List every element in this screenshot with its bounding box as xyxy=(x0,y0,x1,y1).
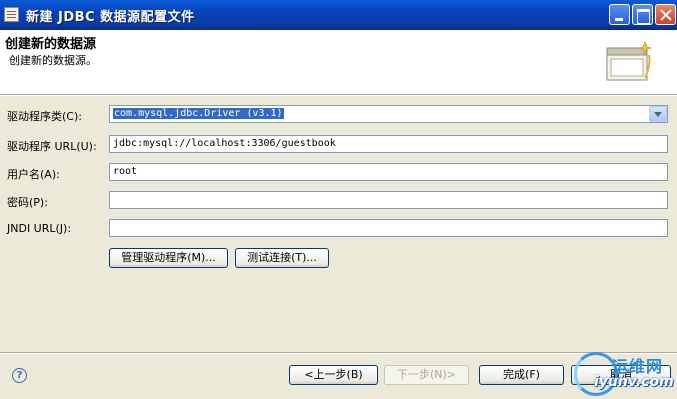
page-subtitle: 创建新的数据源。 xyxy=(9,54,97,67)
wizard-banner: 创建新的数据源 创建新的数据源。 xyxy=(0,30,677,94)
driver-url-input[interactable]: jdbc:mysql://localhost:3306/guestbook xyxy=(109,135,668,153)
watermark-en-text: iyunv.com xyxy=(594,374,674,390)
jndi-url-input[interactable] xyxy=(109,219,668,237)
window-title: 新建 JDBC 数据源配置文件 xyxy=(26,10,195,25)
driver-class-value: com.mysql.jdbc.Driver (v3.1) xyxy=(113,108,284,119)
password-label: 密码(P): xyxy=(7,196,48,209)
back-button[interactable]: <上一步(B) xyxy=(289,365,378,385)
username-input[interactable]: root xyxy=(109,163,668,181)
page-title: 创建新的数据源 xyxy=(5,37,97,52)
driver-class-label: 驱动程序类(C): xyxy=(7,110,82,123)
watermark-logo: 运维网 iyunv.com xyxy=(572,350,677,399)
password-input[interactable] xyxy=(109,191,668,209)
test-connection-button[interactable]: 测试连接(T)... xyxy=(235,248,329,268)
driver-class-select[interactable]: com.mysql.jdbc.Driver (v3.1) xyxy=(109,105,668,123)
username-label: 用户名(A): xyxy=(7,168,60,181)
banner-separator xyxy=(0,94,677,96)
maximize-icon[interactable] xyxy=(632,4,653,25)
close-icon[interactable] xyxy=(655,4,676,25)
dropdown-arrow-icon[interactable] xyxy=(649,106,667,122)
manage-drivers-button[interactable]: 管理驱动程序(M)... xyxy=(109,248,228,268)
driver-url-label: 驱动程序 URL(U): xyxy=(7,140,97,153)
wizard-banner-icon xyxy=(606,41,653,81)
title-bar: 新建 JDBC 数据源配置文件 xyxy=(0,0,677,30)
next-button[interactable]: 下一步(N)> xyxy=(384,365,469,385)
finish-button[interactable]: 完成(F) xyxy=(479,365,564,385)
help-icon[interactable]: ? xyxy=(12,368,27,383)
jndi-url-label: JNDI URL(J): xyxy=(7,222,72,235)
app-window-icon xyxy=(4,7,19,22)
minimize-icon[interactable] xyxy=(609,4,630,25)
